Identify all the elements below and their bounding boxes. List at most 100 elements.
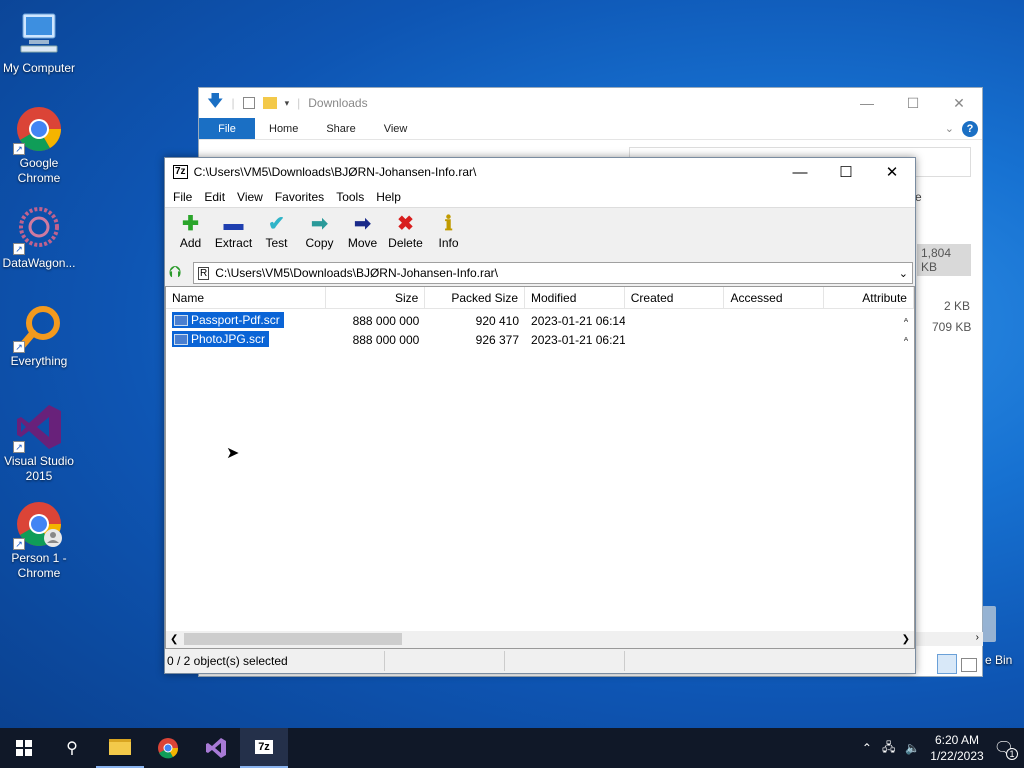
taskbar-chrome[interactable]	[144, 728, 192, 768]
menu-edit[interactable]: Edit	[198, 190, 231, 204]
menu-file[interactable]: File	[167, 190, 198, 204]
status-bar: 0 / 2 object(s) selected	[165, 649, 915, 673]
scroll-right-icon[interactable]: ❯	[902, 634, 910, 645]
column-modified[interactable]: Modified	[525, 287, 625, 308]
taskbar-file-explorer[interactable]	[96, 728, 144, 768]
copy-button[interactable]: ➡ Copy	[298, 212, 341, 250]
desktop-icon-visual-studio[interactable]: ↗ Visual Studio 2015	[0, 403, 78, 484]
ribbon-expand-icon[interactable]: ⌄	[945, 118, 962, 139]
tab-view[interactable]: View	[370, 118, 422, 139]
minimize-button[interactable]: —	[777, 158, 823, 186]
notification-count-badge: 1	[1006, 748, 1018, 760]
menu-help[interactable]: Help	[370, 190, 407, 204]
taskbar-7zip[interactable]: 7z	[240, 728, 288, 768]
recycle-bin-icon[interactable]	[982, 606, 996, 642]
test-icon: ✔	[268, 213, 285, 235]
folder-icon[interactable]	[262, 97, 277, 109]
menu-favorites[interactable]: Favorites	[269, 190, 330, 204]
menu-view[interactable]: View	[231, 190, 269, 204]
tab-share[interactable]: Share	[312, 118, 369, 139]
toolbar: ✚ Add ▬ Extract ✔ Test ➡ Copy ➡ Move ✖ Delete …	[165, 208, 915, 260]
windows-icon	[16, 740, 32, 756]
file-attributes: A	[903, 336, 908, 343]
file-list[interactable]: Name Size Packed Size Modified Created A…	[165, 286, 915, 649]
status-pane	[505, 651, 625, 671]
info-button[interactable]: ℹ Info	[427, 212, 470, 250]
down-arrow-icon[interactable]: 🡇	[207, 90, 223, 117]
network-icon[interactable]: 🖧	[882, 738, 895, 759]
file-size-value: 709 KB	[932, 320, 972, 334]
maximize-button[interactable]: ☐	[890, 88, 936, 118]
delete-icon: ✖	[397, 213, 414, 235]
taskbar-visual-studio[interactable]	[192, 728, 240, 768]
notification-center-button[interactable]: 🗨 1	[994, 738, 1018, 760]
file-name-selected[interactable]: Passport-Pdf.scr	[172, 312, 284, 329]
move-button[interactable]: ➡ Move	[341, 212, 384, 250]
minimize-button[interactable]: —	[844, 88, 890, 118]
search-button[interactable]: ⚲	[48, 728, 96, 768]
scroll-left-icon[interactable]: ❮	[170, 634, 178, 645]
desktop-icon-google-chrome[interactable]: ↗ Google Chrome	[0, 105, 78, 186]
file-size-value: 2 KB	[944, 299, 971, 313]
tab-home[interactable]: Home	[255, 118, 312, 139]
address-bar: ⮉ R C:\Users\VM5\Downloads\BJØRN-Johanse…	[165, 260, 915, 286]
column-size[interactable]: Size	[326, 287, 426, 308]
up-folder-icon[interactable]: ⮉	[169, 264, 189, 282]
column-attributes[interactable]: Attribute	[824, 287, 914, 308]
qat-dropdown-icon[interactable]: ▾	[285, 98, 290, 109]
folder-icon	[109, 739, 131, 755]
column-headers: Name Size Packed Size Modified Created A…	[166, 287, 914, 309]
close-button[interactable]: ✕	[869, 158, 915, 186]
table-row[interactable]: PhotoJPG.scr 888 000 000 926 377 2023-01…	[166, 330, 914, 349]
chevron-down-icon[interactable]: ⌄	[899, 267, 908, 280]
column-accessed[interactable]: Accessed	[724, 287, 825, 308]
close-button[interactable]: ✕	[936, 88, 982, 118]
7zip-logo-icon: 7z	[173, 165, 188, 179]
properties-icon[interactable]	[242, 97, 255, 109]
tab-file[interactable]: File	[199, 118, 255, 139]
maximize-button[interactable]: ☐	[823, 158, 869, 186]
desktop-icon-datawagon[interactable]: ↗ DataWagon...	[0, 205, 78, 271]
start-button[interactable]	[0, 728, 48, 768]
chrome-icon: ↗	[13, 105, 63, 155]
desktop-icon-person1-chrome[interactable]: ↗ Person 1 - Chrome	[0, 500, 78, 581]
datawagon-icon: ↗	[13, 205, 63, 255]
shortcut-arrow-icon: ↗	[13, 243, 25, 255]
clock[interactable]: 6:20 AM 1/22/2023	[930, 732, 983, 764]
address-input[interactable]: R C:\Users\VM5\Downloads\BJØRN-Johansen-…	[193, 262, 913, 284]
add-button[interactable]: ✚ Add	[169, 212, 212, 250]
scroll-thumb[interactable]	[184, 633, 402, 645]
column-name[interactable]: Name	[166, 287, 326, 308]
mouse-cursor-icon: ➤	[226, 445, 240, 462]
computer-icon	[15, 10, 63, 58]
delete-button[interactable]: ✖ Delete	[384, 212, 427, 250]
file-modified: 2023-01-21 06:21	[531, 332, 625, 347]
extract-button[interactable]: ▬ Extract	[212, 212, 255, 250]
7zip-titlebar: 7z C:\Users\VM5\Downloads\BJØRN-Johansen…	[165, 158, 915, 186]
file-name-selected[interactable]: PhotoJPG.scr	[172, 331, 270, 348]
shortcut-arrow-icon: ↗	[13, 538, 25, 550]
column-created[interactable]: Created	[625, 287, 725, 308]
7zip-window[interactable]: 7z C:\Users\VM5\Downloads\BJØRN-Johansen…	[164, 157, 916, 674]
desktop-icon-label: My Computer	[2, 61, 76, 75]
help-icon[interactable]: ?	[962, 121, 978, 137]
table-row[interactable]: Passport-Pdf.scr 888 000 000 920 410 202…	[166, 311, 914, 330]
archive-icon: R	[198, 266, 210, 280]
details-view-button[interactable]	[937, 654, 957, 674]
extract-icon: ▬	[223, 213, 244, 235]
large-icons-view-button[interactable]	[961, 658, 977, 672]
volume-icon[interactable]: 🔈	[905, 741, 920, 755]
desktop-icon-my-computer[interactable]: My Computer	[0, 10, 78, 76]
menu-tools[interactable]: Tools	[330, 190, 370, 204]
everything-icon: ↗	[13, 303, 63, 353]
desktop-icon-everything[interactable]: ↗ Everything	[0, 303, 78, 369]
explorer-hscroll[interactable]: ›	[915, 632, 983, 646]
test-button[interactable]: ✔ Test	[255, 212, 298, 250]
visual-studio-icon	[206, 738, 226, 758]
file-packed-size: 920 410	[475, 313, 520, 328]
explorer-title: Downloads	[308, 96, 368, 110]
column-packed-size[interactable]: Packed Size	[425, 287, 526, 308]
chevron-up-icon[interactable]: ⌃	[862, 741, 872, 755]
horizontal-scrollbar[interactable]: ❮ ❯	[166, 631, 914, 648]
explorer-partial-text: e	[915, 190, 922, 204]
